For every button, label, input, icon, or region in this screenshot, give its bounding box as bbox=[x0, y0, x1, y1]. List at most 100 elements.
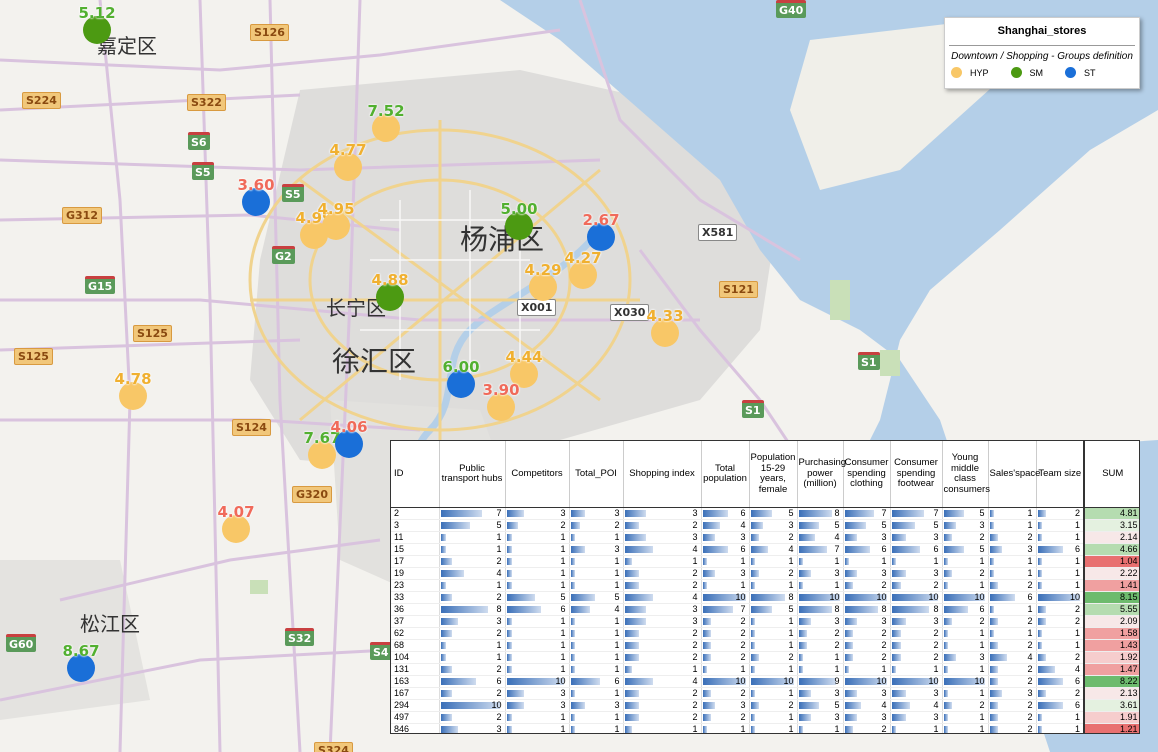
score-bar bbox=[989, 726, 999, 733]
cell-score: 1 bbox=[569, 615, 624, 628]
score-bar bbox=[624, 654, 639, 661]
score-value: 1 bbox=[788, 712, 794, 722]
score-value: 10 bbox=[491, 700, 502, 710]
cell-score: 1 bbox=[797, 651, 844, 664]
cell-sum: 2.09 bbox=[1083, 615, 1139, 628]
score-value: 5 bbox=[881, 520, 887, 530]
score-bar bbox=[1037, 630, 1042, 637]
legend-item: ST bbox=[1065, 67, 1096, 78]
cell-score: 2 bbox=[890, 627, 943, 640]
score-bar bbox=[702, 570, 716, 577]
score-value: 10 bbox=[876, 676, 887, 686]
cell-score: 2 bbox=[749, 699, 798, 712]
score-value: 2 bbox=[496, 664, 502, 674]
score-value: 3 bbox=[933, 712, 939, 722]
road-shield: S124 bbox=[232, 419, 271, 436]
cell-score: 2 bbox=[749, 531, 798, 544]
score-value: 1 bbox=[788, 580, 794, 590]
score-value: 1 bbox=[614, 712, 620, 722]
score-value: 5 bbox=[834, 520, 840, 530]
cell-id: 37 bbox=[391, 615, 440, 628]
score-value: 2 bbox=[1074, 616, 1080, 626]
score-value: 4 bbox=[692, 676, 698, 686]
score-value: 8 bbox=[834, 508, 840, 518]
cell-score: 2 bbox=[623, 639, 702, 652]
score-bar bbox=[750, 702, 760, 709]
score-value: 1 bbox=[979, 628, 985, 638]
cell-score: 1 bbox=[890, 663, 943, 676]
score-bar bbox=[624, 534, 646, 541]
cell-score: 1 bbox=[988, 555, 1037, 568]
cell-score: 1 bbox=[749, 663, 798, 676]
score-value: 2 bbox=[1027, 700, 1033, 710]
cell-score: 1 bbox=[505, 627, 570, 640]
score-value: 1 bbox=[560, 628, 566, 638]
score-bar bbox=[624, 690, 639, 697]
score-value: 1 bbox=[496, 544, 502, 554]
cell-score: 5 bbox=[505, 591, 570, 604]
score-bar bbox=[750, 618, 755, 625]
score-bar bbox=[943, 582, 948, 589]
score-bar bbox=[989, 690, 1003, 697]
score-value: 1 bbox=[740, 580, 746, 590]
score-bar bbox=[798, 546, 828, 553]
cell-score: 2 bbox=[890, 651, 943, 664]
cell-score: 7 bbox=[890, 507, 943, 520]
cell-score: 5 bbox=[942, 543, 989, 556]
score-value: 3 bbox=[881, 688, 887, 698]
store-score-label: 5.12 bbox=[78, 4, 116, 22]
score-value: 2 bbox=[740, 688, 746, 698]
score-bar bbox=[440, 546, 447, 553]
score-bar bbox=[570, 630, 576, 637]
score-bar bbox=[624, 558, 632, 565]
table-row: 497 2 1 1 2 2 1 3 3 3 1 2 1 1.91 bbox=[391, 711, 1139, 724]
score-bar bbox=[798, 558, 803, 565]
score-value: 3 bbox=[881, 616, 887, 626]
cell-score: 10 bbox=[1036, 591, 1085, 604]
score-value: 4 bbox=[496, 568, 502, 578]
cell-score: 10 bbox=[505, 675, 570, 688]
cell-score: 1 bbox=[439, 543, 506, 556]
cell-score: 1 bbox=[797, 723, 844, 733]
score-bar bbox=[702, 714, 712, 721]
score-value: 1 bbox=[614, 532, 620, 542]
cell-sum: 1.41 bbox=[1083, 579, 1139, 592]
park bbox=[250, 580, 268, 594]
score-bar bbox=[844, 570, 858, 577]
score-value: 1 bbox=[881, 556, 887, 566]
score-value: 5 bbox=[788, 508, 794, 518]
cell-score: 3 bbox=[890, 567, 943, 580]
cell-score: 2 bbox=[843, 723, 891, 733]
cell-score: 3 bbox=[843, 687, 891, 700]
cell-score: 1 bbox=[749, 579, 798, 592]
score-bar bbox=[943, 522, 956, 529]
score-value: 1 bbox=[979, 664, 985, 674]
store-score-label: 4.78 bbox=[114, 370, 152, 388]
cell-score: 2 bbox=[701, 615, 750, 628]
score-value: 2 bbox=[1074, 604, 1080, 614]
score-value: 5 bbox=[788, 604, 794, 614]
score-value: 6 bbox=[979, 604, 985, 614]
score-bar bbox=[506, 594, 536, 601]
score-bar bbox=[570, 558, 576, 565]
score-value: 2 bbox=[1027, 532, 1033, 542]
score-value: 2 bbox=[788, 568, 794, 578]
table-header-row: ID Public transport hubs Competitors Total_… bbox=[391, 441, 1139, 508]
score-value: 8 bbox=[834, 604, 840, 614]
score-value: 3 bbox=[881, 712, 887, 722]
column-header: Consumer spending footwear bbox=[890, 441, 943, 508]
cell-score: 2 bbox=[988, 615, 1037, 628]
score-bar bbox=[989, 702, 999, 709]
cell-score: 10 bbox=[797, 591, 844, 604]
cell-score: 4 bbox=[1036, 663, 1085, 676]
score-bar bbox=[702, 654, 712, 661]
cell-score: 4 bbox=[569, 603, 624, 616]
cell-score: 4 bbox=[701, 519, 750, 532]
cell-score: 1 bbox=[569, 723, 624, 733]
cell-score: 1 bbox=[701, 579, 750, 592]
score-value: 10 bbox=[876, 592, 887, 602]
road-shield: G40 bbox=[776, 0, 807, 18]
score-value: 1 bbox=[740, 724, 746, 734]
score-value: 1 bbox=[614, 628, 620, 638]
score-bar bbox=[891, 522, 915, 529]
